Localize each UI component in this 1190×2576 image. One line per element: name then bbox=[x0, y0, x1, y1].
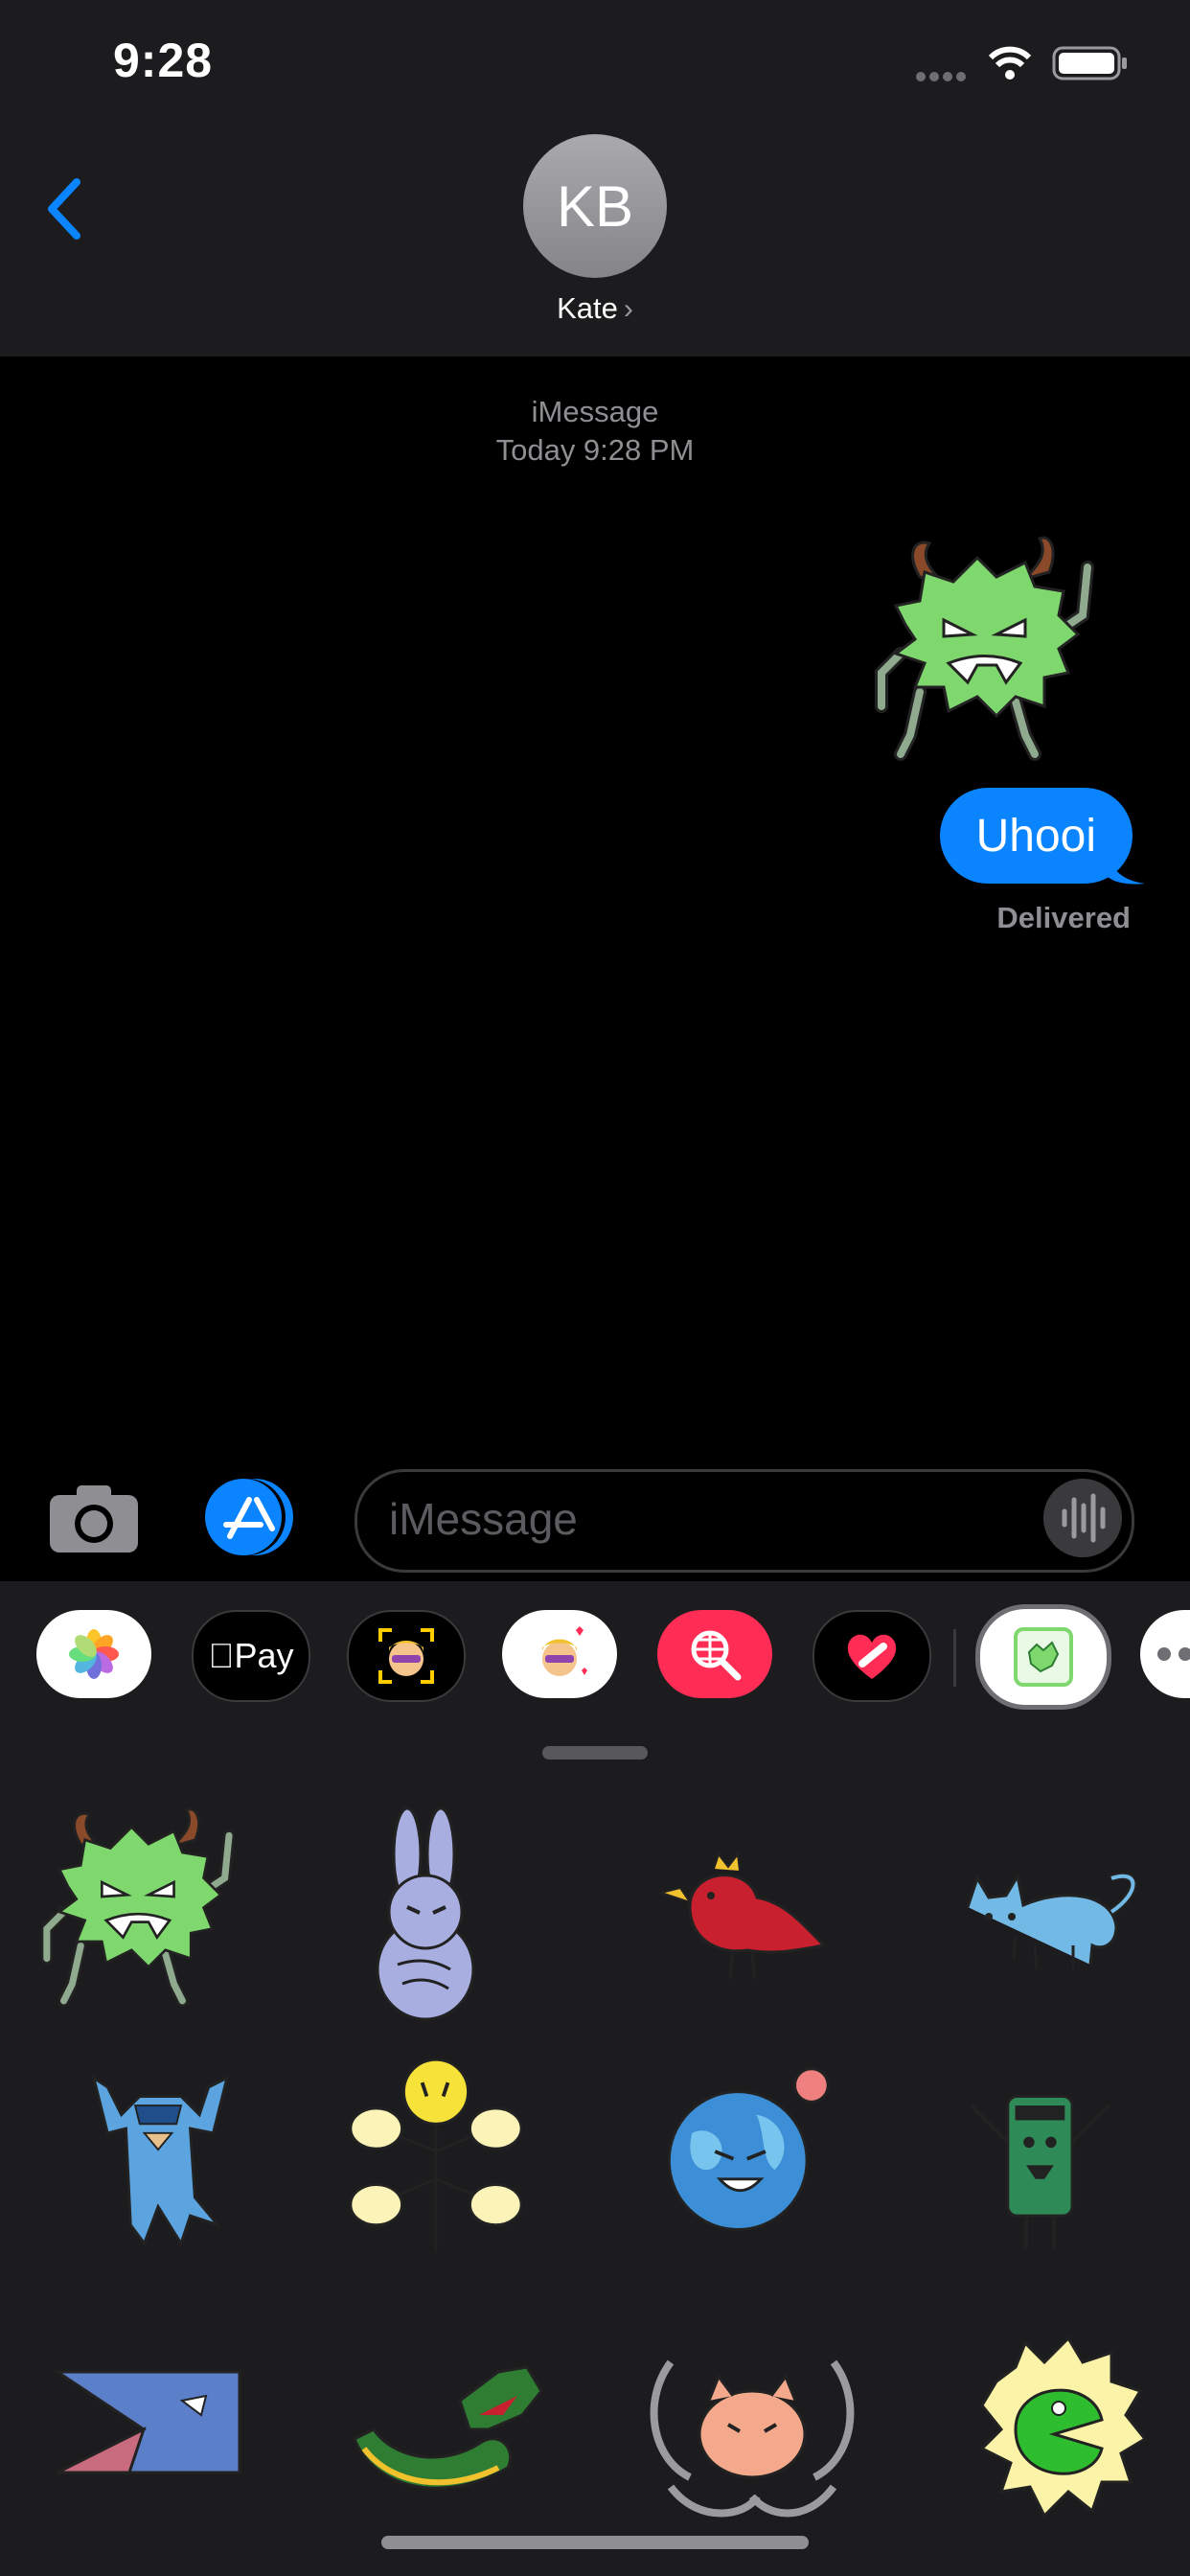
sticker-blue-shark[interactable] bbox=[38, 2319, 278, 2540]
app-sticker-pack-selected[interactable] bbox=[975, 1604, 1111, 1710]
timestamp: Today 9:28 PM bbox=[495, 433, 695, 467]
sticker-yellow-flower-creature[interactable] bbox=[316, 2041, 556, 2262]
sticker-blue-cat[interactable] bbox=[929, 1802, 1169, 2022]
service-label: iMessage bbox=[531, 395, 659, 428]
photos-icon bbox=[69, 1629, 119, 1679]
sticker-purple-rabbit[interactable] bbox=[307, 1802, 546, 2022]
sticker-earth-planet[interactable] bbox=[623, 2041, 862, 2262]
conversation-meta: iMessage Today 9:28 PM bbox=[0, 393, 1190, 470]
more-dots-icon bbox=[1157, 1647, 1190, 1661]
app-image-search[interactable] bbox=[657, 1610, 772, 1698]
globe-search-icon bbox=[691, 1630, 742, 1681]
avatar-initials: KB bbox=[556, 173, 634, 239]
contact-avatar[interactable]: KB bbox=[523, 134, 667, 278]
sticker-yellow-green-creature[interactable] bbox=[949, 2319, 1188, 2540]
contact-name-button[interactable]: Kate › bbox=[0, 291, 1190, 326]
delivery-status: Delivered bbox=[996, 901, 1131, 934]
back-chevron-icon[interactable] bbox=[38, 171, 96, 247]
battery-icon bbox=[1052, 46, 1127, 80]
app-store-icon[interactable] bbox=[201, 1477, 305, 1557]
app-digital-touch[interactable] bbox=[812, 1610, 931, 1702]
signal-icon bbox=[916, 72, 966, 81]
audio-message-icon[interactable] bbox=[1043, 1479, 1122, 1557]
sticker-crab-cat[interactable] bbox=[632, 2319, 872, 2540]
status-time: 9:28 bbox=[113, 34, 214, 87]
sticker-dragon[interactable] bbox=[335, 2319, 575, 2540]
home-indicator[interactable] bbox=[381, 2536, 809, 2549]
app-photos[interactable] bbox=[36, 1610, 151, 1698]
sticker-red-bird[interactable] bbox=[623, 1802, 862, 2022]
heart-touch-icon bbox=[847, 1634, 897, 1679]
drawer-grabber[interactable] bbox=[542, 1746, 648, 1760]
wifi-icon bbox=[988, 46, 1032, 80]
sent-sticker-green-monster[interactable] bbox=[862, 529, 1131, 778]
contact-name: Kate bbox=[557, 291, 618, 325]
app-memoji-stickers[interactable] bbox=[502, 1610, 617, 1698]
drawer-divider bbox=[953, 1629, 956, 1687]
apple-logo-icon:  bbox=[208, 1636, 234, 1676]
bubble-tail bbox=[1107, 843, 1145, 885]
sticker-green-robot[interactable] bbox=[929, 2041, 1169, 2262]
apple-pay-label: Pay bbox=[220, 1636, 293, 1675]
message-input-placeholder: iMessage bbox=[389, 1494, 578, 1544]
app-memoji[interactable] bbox=[347, 1610, 466, 1702]
camera-icon[interactable] bbox=[48, 1482, 140, 1554]
message-bubble-sent[interactable]: Uhooi bbox=[939, 788, 1133, 884]
sticker-masked-cat[interactable] bbox=[38, 2041, 278, 2262]
sticker-pack-icon bbox=[1014, 1627, 1073, 1687]
app-apple-pay[interactable]:  Pay bbox=[192, 1610, 310, 1702]
memoji-face-icon bbox=[378, 1628, 434, 1684]
sticker-green-monster[interactable] bbox=[29, 1802, 268, 2022]
chevron-right-icon: › bbox=[623, 293, 633, 325]
message-text: Uhooi bbox=[975, 810, 1096, 862]
memoji-stickers-icon bbox=[541, 1626, 587, 1676]
